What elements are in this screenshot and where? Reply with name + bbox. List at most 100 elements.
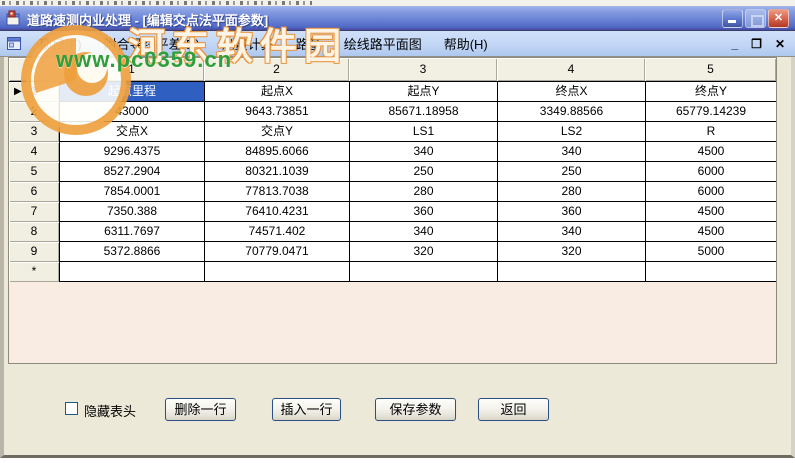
grid-cell[interactable]: 85671.18958 bbox=[350, 102, 498, 122]
mdi-window-controls: _ ❐ ✕ bbox=[731, 31, 785, 56]
grid-cell[interactable]: 起点X bbox=[205, 82, 350, 102]
grid-column-header[interactable]: 2 bbox=[204, 58, 349, 81]
grid-row-header[interactable]: 4 bbox=[9, 142, 59, 162]
grid-row: * bbox=[9, 262, 776, 282]
grid-row-header[interactable]: 1 ▶ bbox=[9, 82, 59, 102]
grid-row: 1 ▶ 起点里程 起点X 起点Y 终点X 终点Y bbox=[9, 82, 776, 102]
grid-cell[interactable]: 280 bbox=[498, 182, 646, 202]
grid-row-header[interactable]: 5 bbox=[9, 162, 59, 182]
current-row-marker-icon: ▶ bbox=[14, 86, 22, 97]
mdi-restore-icon[interactable]: ❐ bbox=[751, 37, 762, 51]
return-button[interactable]: 返回 bbox=[478, 398, 549, 421]
grid-cell[interactable] bbox=[646, 262, 776, 282]
grid-cell[interactable] bbox=[60, 262, 205, 282]
window-title: 道路速测内业处理 - [编辑交点法平面参数] bbox=[27, 13, 269, 28]
titlebar[interactable]: 道路速测内业处理 - [编辑交点法平面参数] ✕ bbox=[0, 6, 795, 31]
grid-cell[interactable]: 340 bbox=[498, 142, 646, 162]
grid-cell[interactable]: 250 bbox=[498, 162, 646, 182]
grid-cell[interactable]: 43000 bbox=[60, 102, 205, 122]
grid-cell[interactable]: 360 bbox=[498, 202, 646, 222]
grid-cell[interactable]: 340 bbox=[350, 222, 498, 242]
grid-cell[interactable]: 84895.6066 bbox=[205, 142, 350, 162]
grid-row: 3 交点X 交点Y LS1 LS2 R bbox=[9, 122, 776, 142]
maximize-button[interactable] bbox=[745, 9, 766, 28]
grid-cell[interactable]: 250 bbox=[350, 162, 498, 182]
menu-item-traverse-adjustment[interactable]: 附合导线平差(D) bbox=[93, 34, 211, 53]
grid-cell[interactable]: 4500 bbox=[646, 142, 776, 162]
delete-row-button[interactable]: 删除一行 bbox=[165, 398, 236, 421]
grid-cell[interactable]: 5000 bbox=[646, 242, 776, 262]
grid-column-header[interactable]: 5 bbox=[645, 58, 776, 81]
grid-cell[interactable] bbox=[205, 262, 350, 282]
minimize-button[interactable] bbox=[722, 9, 743, 28]
grid-cell[interactable]: LS2 bbox=[498, 122, 646, 142]
grid-column-header[interactable]: 4 bbox=[497, 58, 645, 81]
grid-cell[interactable]: 7350.388 bbox=[60, 202, 205, 222]
menu-item-help[interactable]: 帮助(H) bbox=[433, 34, 499, 53]
grid-row: 2 43000 9643.73851 85671.18958 3349.88566 657… bbox=[9, 102, 776, 122]
grid-cell[interactable]: 340 bbox=[350, 142, 498, 162]
grid-cell[interactable]: 交点Y bbox=[205, 122, 350, 142]
grid-cell[interactable]: 9643.73851 bbox=[205, 102, 350, 122]
mdi-close-icon[interactable]: ✕ bbox=[775, 37, 785, 51]
insert-row-button[interactable]: 插入一行 bbox=[272, 398, 341, 421]
grid-row-header[interactable]: 3 bbox=[9, 122, 59, 142]
grid-cell[interactable]: 3349.88566 bbox=[498, 102, 646, 122]
grid-row: 5 8527.2904 80321.1039 250 250 6000 bbox=[9, 162, 776, 182]
menu-item-survey-calc[interactable]: 测量计算 bbox=[211, 34, 285, 53]
grid-cell[interactable] bbox=[350, 262, 498, 282]
grid-cell[interactable]: 80321.1039 bbox=[205, 162, 350, 182]
grid-row: 4 9296.4375 84895.6066 340 340 4500 bbox=[9, 142, 776, 162]
save-params-button[interactable]: 保存参数 bbox=[375, 398, 456, 421]
menu-item-project[interactable]: 项目(F) bbox=[28, 34, 93, 53]
grid-cell[interactable]: 交点X bbox=[60, 122, 205, 142]
grid-cell[interactable] bbox=[498, 262, 646, 282]
grid-column-header[interactable]: 1 bbox=[59, 58, 204, 81]
grid-row-header[interactable]: 7 bbox=[9, 202, 59, 222]
grid-cell[interactable]: 340 bbox=[498, 222, 646, 242]
grid-cell[interactable]: 74571.402 bbox=[205, 222, 350, 242]
grid-cell[interactable]: 70779.0471 bbox=[205, 242, 350, 262]
close-button[interactable]: ✕ bbox=[768, 9, 789, 28]
grid-cell[interactable]: 6000 bbox=[646, 162, 776, 182]
grid-column-header[interactable]: 3 bbox=[349, 58, 497, 81]
hide-header-checkbox[interactable] bbox=[65, 402, 78, 415]
screen: 道路速测内业处理 - [编辑交点法平面参数] ✕ 项目(F) 附合导线平差(D)… bbox=[0, 0, 795, 463]
grid-cell[interactable]: 76410.4231 bbox=[205, 202, 350, 222]
grid-cell[interactable]: LS1 bbox=[350, 122, 498, 142]
grid-cell[interactable]: 360 bbox=[350, 202, 498, 222]
grid-cell[interactable]: 起点里程 bbox=[60, 82, 205, 102]
grid-cell[interactable]: 8527.2904 bbox=[60, 162, 205, 182]
grid-cell[interactable]: 7854.0001 bbox=[60, 182, 205, 202]
grid-rows: 1 ▶ 起点里程 起点X 起点Y 终点X 终点Y 2 43000 9643.73851 85671.… bbox=[9, 82, 776, 282]
grid-cell[interactable]: 5372.8866 bbox=[60, 242, 205, 262]
grid-cell[interactable]: 9296.4375 bbox=[60, 142, 205, 162]
grid-cell[interactable]: 4500 bbox=[646, 202, 776, 222]
grid-cell[interactable]: 起点Y bbox=[350, 82, 498, 102]
grid-cell[interactable]: 280 bbox=[350, 182, 498, 202]
grid-header-row: 12345 bbox=[9, 58, 776, 82]
grid-row-header[interactable]: 2 bbox=[9, 102, 59, 122]
grid-corner-cell[interactable] bbox=[9, 58, 59, 81]
background-window-text-fragments bbox=[2, 1, 312, 5]
parameters-datagrid: 12345 1 ▶ 起点里程 起点X 起点Y 终点X 终点Y 2 43000 9643.73851… bbox=[8, 57, 777, 364]
grid-row-header[interactable]: 9 bbox=[9, 242, 59, 262]
grid-cell[interactable]: 6000 bbox=[646, 182, 776, 202]
grid-cell[interactable]: R bbox=[646, 122, 776, 142]
grid-row-header[interactable]: 6 bbox=[9, 182, 59, 202]
grid-cell[interactable]: 320 bbox=[498, 242, 646, 262]
grid-cell[interactable]: 65779.14239 bbox=[646, 102, 776, 122]
mdi-minimize-icon[interactable]: _ bbox=[731, 37, 738, 51]
grid-cell[interactable]: 终点Y bbox=[646, 82, 776, 102]
menu-item-roadbed[interactable]: 路基 bbox=[285, 34, 333, 53]
grid-row-header[interactable]: * bbox=[9, 262, 59, 282]
grid-cell[interactable]: 6311.7697 bbox=[60, 222, 205, 242]
menu-item-draw-plan[interactable]: 绘线路平面图 bbox=[333, 34, 433, 53]
grid-cell[interactable]: 77813.7038 bbox=[205, 182, 350, 202]
menu-items: 项目(F) 附合导线平差(D) 测量计算 路基 绘线路平面图 帮助(H) bbox=[28, 31, 499, 56]
grid-cell[interactable]: 320 bbox=[350, 242, 498, 262]
grid-row-header[interactable]: 8 bbox=[9, 222, 59, 242]
grid-row: 7 7350.388 76410.4231 360 360 4500 bbox=[9, 202, 776, 222]
grid-cell[interactable]: 终点X bbox=[498, 82, 646, 102]
grid-cell[interactable]: 4500 bbox=[646, 222, 776, 242]
